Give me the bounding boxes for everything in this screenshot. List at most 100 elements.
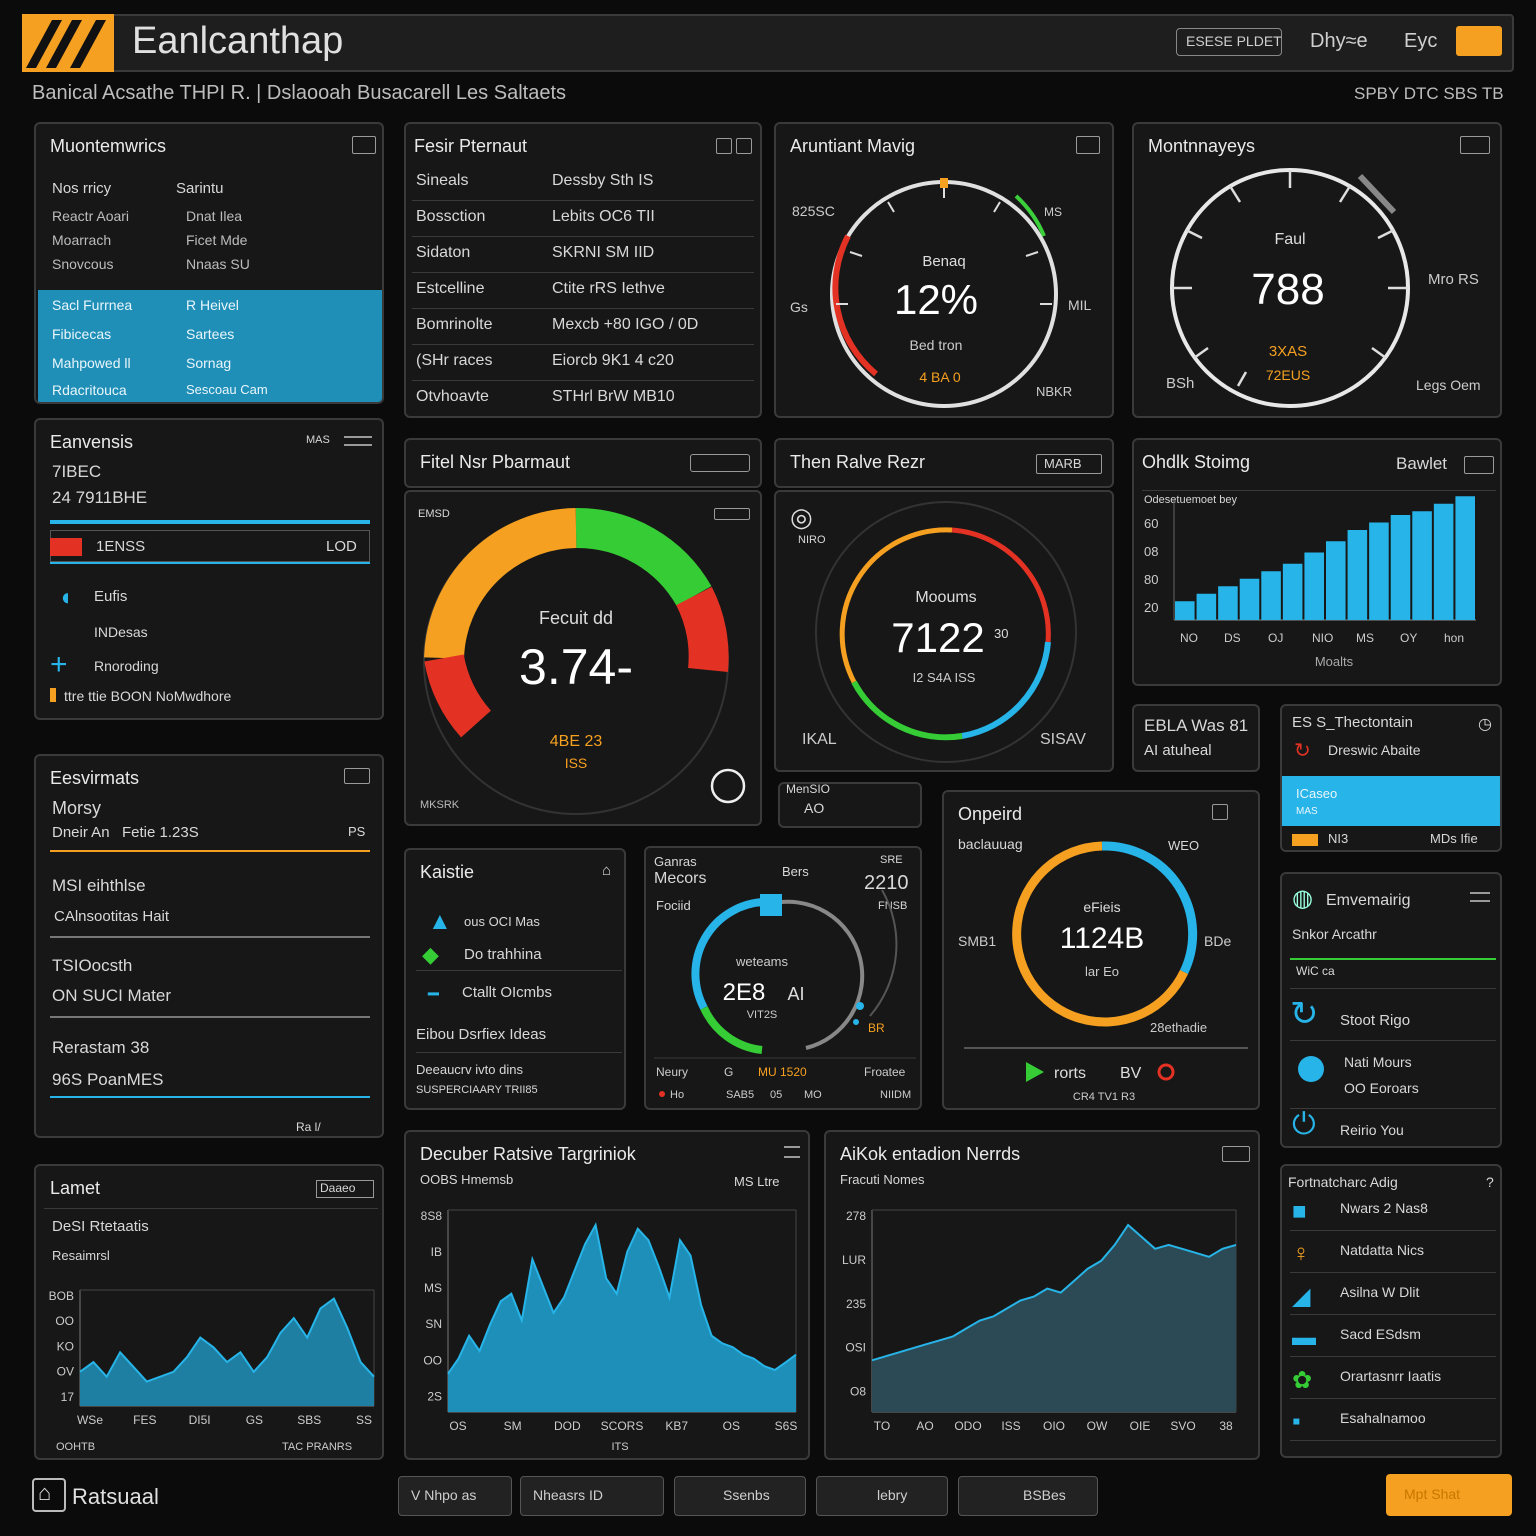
panel-fitel-header: Fitel Nsr Pbarmaut [404,438,762,488]
list-item[interactable]: Rnoroding [94,658,159,674]
table-row-divider [412,380,754,381]
ring-bottom-right: SISAV [1040,731,1086,748]
x-tick-label: OW [1087,1419,1108,1433]
table-cell-label: Sineals [416,172,469,189]
footer-button[interactable]: BSBes [958,1476,1098,1516]
ring-label: Mooums [915,589,976,606]
highlight-row[interactable] [1282,776,1500,826]
ring-gauge: Mooums 7122 30 I2 S4A ISS IKAL SISAV [802,501,1086,763]
y-tick-label: 2S [427,1389,442,1403]
list-item[interactable]: ous OCI Mas [464,914,540,929]
list-item[interactable]: Nati Mours [1344,1054,1412,1070]
stat-line: Dneir An [52,824,110,841]
stat-line: TSIOocsth [52,956,133,975]
settings-icon[interactable] [690,454,750,472]
footer-button[interactable]: Ssenbs [674,1476,806,1516]
gauge-left-label: BSh [1166,375,1194,392]
status-dot [1298,1056,1324,1082]
header-accent-button[interactable] [1456,26,1502,56]
table-cell-label: Bomrinolte [416,316,493,333]
x-tick-label: OJ [1268,631,1283,645]
expand-icon[interactable] [352,136,376,154]
header-info: SPBY DTC SBS TB [1354,84,1504,103]
footer-cell: G [724,1065,733,1079]
footer-button[interactable]: lebry [816,1476,948,1516]
panel-eanvensis: Eanvensis MAS 7IBEC 24 7911BHE 1ENSS LOD… [34,418,384,720]
list-item[interactable]: Fibicecas [52,326,111,342]
window-icon[interactable] [344,768,370,784]
gauge-sub: ISS [565,755,588,771]
list-item[interactable]: Reirio You [1340,1122,1404,1138]
list-item[interactable]: Nwars 2 Nas8 [1340,1200,1428,1216]
window-icon[interactable] [736,138,752,154]
ring-value: 7122 [891,614,984,661]
help-icon[interactable]: ? [1486,1174,1494,1190]
gauge: Fecuit dd 3.74- 4BE 23 ISS MKSRK [420,507,746,815]
list-item[interactable]: Do trahhina [464,946,542,963]
list-item[interactable]: Sacl Furrnea [52,297,132,313]
panel-title: Kaistie [420,862,475,882]
list-item[interactable]: Mahpowed ll [52,355,131,371]
highlight-sub: MAS [1296,806,1318,817]
window-icon[interactable] [716,138,732,154]
bar [1326,541,1346,620]
panel-sub: Snkor Arcathr [1292,926,1377,942]
clock-icon[interactable]: ◷ [1478,714,1492,734]
wifi-icon: ◖ [58,584,73,611]
stat-line: CAlnsootitas Hait [54,908,170,925]
footer-button[interactable]: V Nhpo as [398,1476,512,1516]
x-tick-label: hon [1444,631,1464,645]
list-item[interactable]: Rdacritouca [52,382,127,398]
list-item[interactable]: Esahalnamoo [1340,1410,1426,1426]
globe-icon: ◍ [1292,885,1313,912]
list-item-value: R Heivel [186,297,239,313]
gauge-top-left: 825SC [792,203,835,219]
header-button-two[interactable]: Dhy≈e [1310,30,1368,53]
link-icon: ━ [428,984,439,1004]
x-tick-label: SBS [297,1413,321,1427]
gauge-right-label: MIL [1068,297,1092,313]
footer-button[interactable]: Nheasrs ID [520,1476,664,1516]
panel-title: Eesvirmats [50,768,140,788]
panel-eesvirmats: Eesvirmats Morsy Dneir An Fetie 1.23S PS… [34,754,384,1138]
menu-icon[interactable] [344,436,372,446]
list-item[interactable]: INDesas [94,624,148,640]
x-tick-label: FES [133,1413,156,1427]
list-divider [1290,1398,1496,1399]
lock-icon[interactable]: ⌂ [602,862,611,879]
list-item[interactable]: Eufis [94,588,127,605]
menu-icon[interactable] [1470,892,1490,902]
app-title: Eanlcanthap [132,20,344,62]
row-value: Sarintu [176,180,224,197]
record-icon[interactable] [1157,1063,1175,1081]
table-cell-label: Bossction [416,208,486,225]
gauge-footer: MKSRK [420,799,460,811]
table-row-divider [412,344,754,345]
header-button-three[interactable]: Eyc [1404,30,1437,53]
control-mid: BV [1120,1065,1142,1082]
x-tick-label: SVO [1170,1419,1195,1433]
ring-label: eFieis [1083,899,1120,915]
list-item[interactable]: Ctallt OIcmbs [462,984,552,1001]
currency-icon[interactable] [710,768,746,804]
table-cell-label: Otvhoavte [416,388,489,405]
list-item[interactable]: Asilna W Dlit [1340,1284,1419,1300]
panel-title: ES S_Thectontain [1292,714,1413,731]
bar-chart: 20 80 08 60 NO DS OJ NIO MS OY hon Moalts [1144,496,1476,669]
gauge-label: Fecuit dd [539,608,613,628]
list-item[interactable]: Natdatta Nics [1340,1242,1424,1258]
panel-thenralve-header: Then Ralve Rezr MARB [774,438,1114,488]
list-item[interactable]: Sacd ESdsm [1340,1326,1421,1342]
ring-sub: VIT2S [747,1009,778,1021]
y-tick-label: 17 [61,1390,75,1404]
panel-fortnat: Fortnatcharc Adig ? ■ Nwars 2 Nas8 ♀ Natdat… [1280,1164,1502,1458]
ring-gauge: weteams 2E8 AI VIT2S BR Neury G MU 1520 … [654,889,916,1101]
play-icon[interactable] [1026,1062,1044,1082]
list-item[interactable]: Orartasnrr Iaatis [1340,1368,1441,1384]
list-item[interactable]: Stoot Rigo [1340,1012,1410,1029]
panel-fesir: Fesir Pternaut [404,122,762,418]
stat-line: EBLA Was 81 [1144,716,1249,735]
footer-button-label: Ssenbs [723,1487,770,1503]
list-item[interactable]: OO Eoroars [1344,1080,1419,1096]
y-tick-label: 80 [1144,572,1158,587]
